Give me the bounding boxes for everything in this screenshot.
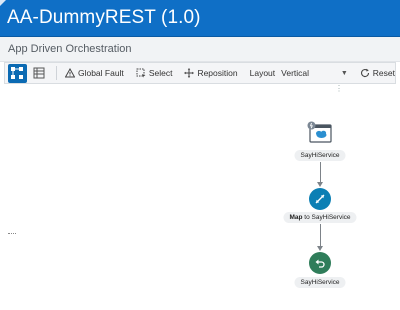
reposition-button[interactable]: Reposition xyxy=(184,64,238,82)
map-node[interactable] xyxy=(309,188,331,210)
move-icon xyxy=(184,68,195,78)
corner-marker xyxy=(0,0,6,6)
layout-select[interactable]: Vertical ▼ xyxy=(281,65,348,81)
map-label-target: to SayHiService xyxy=(302,214,351,221)
list-view-button[interactable] xyxy=(30,64,49,83)
connector-arrow xyxy=(317,246,323,251)
select-label: Select xyxy=(148,68,173,78)
integration-title: AA-DummyREST (1.0) xyxy=(7,7,201,28)
warning-icon xyxy=(64,68,75,78)
orchestration-type: App Driven Orchestration xyxy=(8,43,132,55)
return-node[interactable] xyxy=(309,252,331,274)
list-view-icon xyxy=(33,67,45,79)
connector-line xyxy=(320,224,321,248)
global-fault-button[interactable]: Global Fault xyxy=(64,64,124,82)
canvas-toolbar: Global Fault Select Reposition Layout Ve… xyxy=(4,62,396,84)
reposition-label: Reposition xyxy=(197,68,238,78)
chevron-down-icon: ▼ xyxy=(340,69,348,77)
trigger-node-label: SayHiService xyxy=(294,150,346,161)
return-icon xyxy=(315,259,325,268)
layout-select-value: Vertical xyxy=(281,68,310,78)
reset-button[interactable]: Reset xyxy=(360,68,395,78)
rest-adapter-icon xyxy=(307,121,332,143)
trigger-node[interactable] xyxy=(307,121,333,150)
reset-icon xyxy=(360,68,369,78)
canvas-view-icon xyxy=(11,67,24,79)
map-node-label: Map to SayHiService xyxy=(283,212,357,223)
canvas-view-button[interactable] xyxy=(8,63,27,83)
global-fault-label: Global Fault xyxy=(77,68,124,78)
select-icon xyxy=(136,68,146,78)
connector-arrow xyxy=(317,182,323,187)
layout-label: Layout xyxy=(249,68,276,78)
connector-line xyxy=(320,162,321,184)
toolbar-divider xyxy=(56,66,57,80)
canvas-ellipsis-marker: ⋮ xyxy=(335,84,343,93)
select-button[interactable]: Select xyxy=(136,64,173,82)
app-header: AA-DummyREST (1.0) xyxy=(0,0,400,37)
map-label-action: Map xyxy=(289,214,303,221)
map-icon xyxy=(315,194,325,204)
reset-label: Reset xyxy=(372,68,395,78)
return-node-label: SayHiService xyxy=(294,277,346,288)
canvas-scroll-marker xyxy=(8,233,16,234)
subheader: App Driven Orchestration xyxy=(0,37,400,62)
